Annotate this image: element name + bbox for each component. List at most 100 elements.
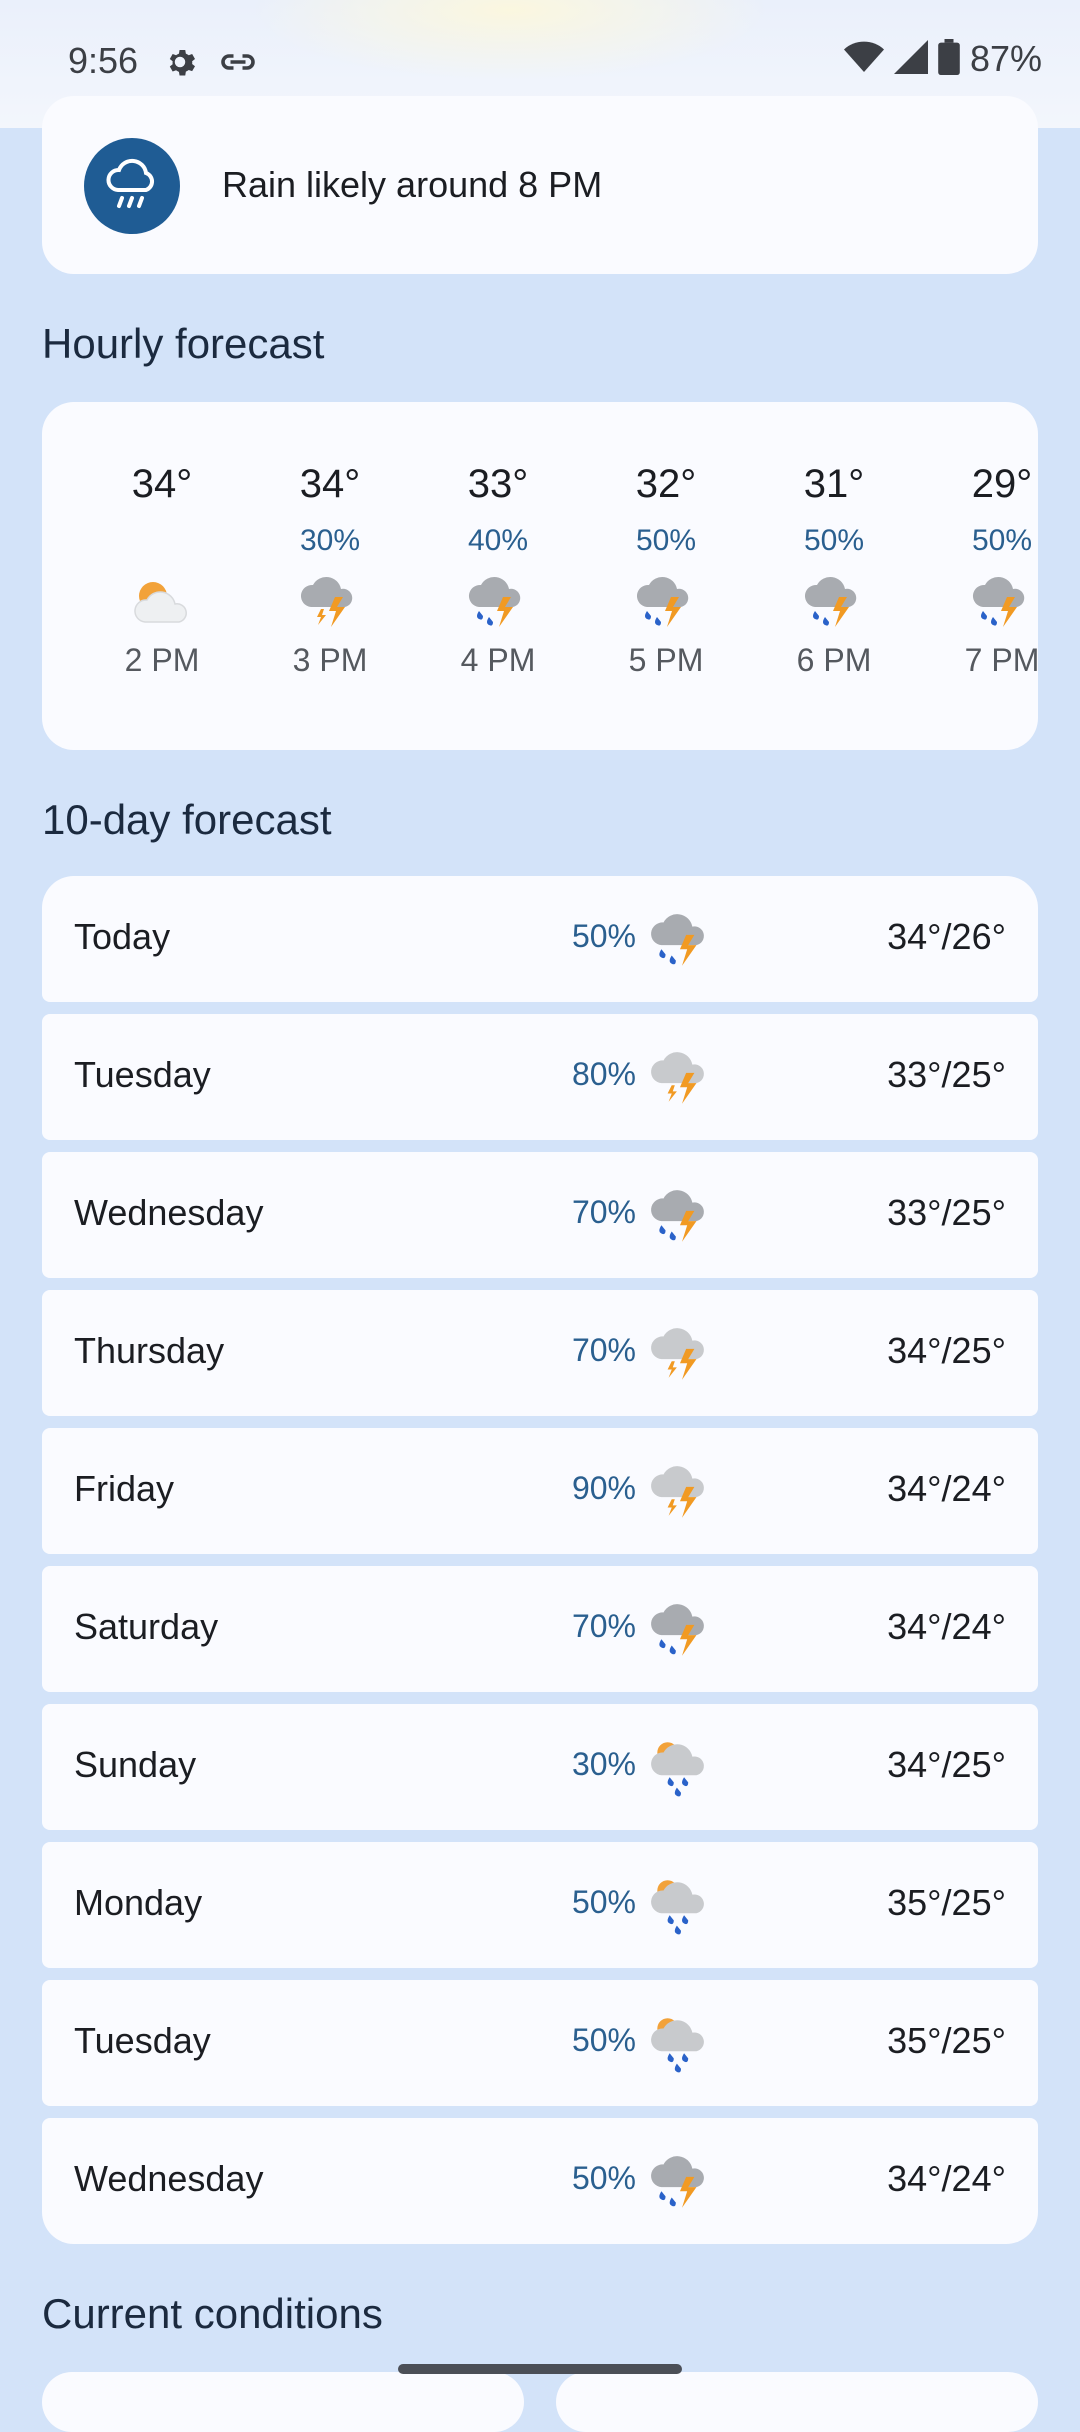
showers-icon (642, 2010, 720, 2078)
battery-icon (938, 38, 960, 80)
home-indicator[interactable] (398, 2364, 682, 2374)
signal-icon (893, 39, 928, 79)
showers-icon (642, 1734, 720, 1802)
thunderstorm-icon (642, 1044, 720, 1112)
current-conditions-card[interactable] (556, 2372, 1038, 2432)
rain-cloud-icon (84, 138, 180, 234)
day-precip: 50% (571, 1884, 636, 1920)
hourly-time: 2 PM (124, 642, 200, 678)
battery-percent: 87% (969, 38, 1042, 79)
current-conditions-title: Current conditions (42, 2290, 383, 2337)
day-temps: 34°/26° (887, 916, 1006, 957)
day-name: Tuesday (74, 1054, 211, 1095)
day-name: Saturday (74, 1606, 219, 1647)
daily-row[interactable]: Wednesday 70% 33°/25° (42, 1152, 1038, 1278)
day-name: Thursday (74, 1330, 225, 1371)
thunderstorm-icon (642, 1458, 720, 1526)
status-icons-right: 87% (843, 38, 1042, 80)
daily-forecast-title: 10-day forecast (42, 796, 332, 843)
hourly-item[interactable]: 33° 40% 4 PM (414, 462, 582, 679)
day-name: Friday (74, 1468, 175, 1509)
hourly-precip: 50% (971, 524, 1033, 557)
hourly-item[interactable]: 29° 50% 7 PM (918, 462, 1038, 679)
day-temps: 35°/25° (887, 1882, 1006, 1923)
hourly-precip: 40% (467, 524, 529, 557)
hourly-item[interactable]: 34° 2 PM (78, 462, 246, 679)
showers-icon (642, 1872, 720, 1940)
status-icons-left (162, 44, 258, 85)
daily-row[interactable]: Friday 90% 34°/24° (42, 1428, 1038, 1554)
day-name: Sunday (74, 1744, 197, 1785)
thunderstorm-rain-icon (750, 568, 918, 636)
thunderstorm-rain-icon (642, 2148, 720, 2216)
hourly-time: 6 PM (796, 642, 872, 678)
daily-row[interactable]: Tuesday 50% 35°/25° (42, 1980, 1038, 2106)
thunderstorm-icon (642, 1320, 720, 1388)
day-precip: 70% (571, 1608, 636, 1644)
thunderstorm-rain-icon (582, 568, 750, 636)
hourly-precip (78, 524, 246, 562)
day-precip: 50% (571, 2022, 636, 2058)
thunderstorm-rain-icon (414, 568, 582, 636)
hourly-temp: 34° (299, 462, 361, 506)
hourly-precip: 50% (803, 524, 865, 557)
hourly-precip: 30% (299, 524, 361, 557)
hourly-temp: 33° (467, 462, 529, 506)
rain-alert-text: Rain likely around 8 PM (222, 164, 603, 205)
hourly-forecast-card[interactable]: 34° 2 PM 34° 30% 3 PM 33° 40% 4 PM 32° 5… (42, 402, 1038, 750)
hourly-forecast-title: Hourly forecast (42, 320, 325, 367)
hourly-temp: 31° (803, 462, 865, 506)
day-precip: 70% (571, 1332, 636, 1368)
day-temps: 35°/25° (887, 2020, 1006, 2061)
daily-row[interactable]: Monday 50% 35°/25° (42, 1842, 1038, 1968)
day-precip: 30% (571, 1746, 636, 1782)
day-name: Today (74, 916, 171, 957)
day-temps: 34°/25° (887, 1744, 1006, 1785)
daily-row[interactable]: Wednesday 50% 34°/24° (42, 2118, 1038, 2244)
thunderstorm-rain-icon (642, 1596, 720, 1664)
hourly-temp: 34° (131, 462, 193, 506)
hourly-time: 5 PM (628, 642, 704, 678)
hourly-item[interactable]: 32° 50% 5 PM (582, 462, 750, 679)
day-precip: 90% (571, 1470, 636, 1506)
day-precip: 80% (571, 1056, 636, 1092)
daily-row[interactable]: Today 50% 34°/26° (42, 876, 1038, 1002)
day-temps: 34°/24° (887, 2158, 1006, 2199)
link-icon (218, 44, 258, 85)
day-temps: 34°/24° (887, 1606, 1006, 1647)
sun-decoration (250, 0, 770, 80)
thunderstorm-icon (246, 568, 414, 636)
hourly-precip: 50% (635, 524, 697, 557)
hourly-item[interactable]: 31° 50% 6 PM (750, 462, 918, 679)
hourly-time: 3 PM (292, 642, 368, 678)
day-temps: 33°/25° (887, 1054, 1006, 1095)
day-precip: 50% (571, 2160, 636, 2196)
partly-cloudy-icon (78, 568, 246, 636)
day-precip: 50% (571, 918, 636, 954)
hourly-temp: 29° (971, 462, 1033, 506)
rain-alert-card[interactable]: Rain likely around 8 PM (42, 96, 1038, 274)
daily-row[interactable]: Thursday 70% 34°/25° (42, 1290, 1038, 1416)
day-name: Tuesday (74, 2020, 211, 2061)
day-temps: 34°/24° (887, 1468, 1006, 1509)
hourly-temp: 32° (635, 462, 697, 506)
day-name: Monday (74, 1882, 203, 1923)
hourly-time: 7 PM (964, 642, 1038, 678)
day-temps: 34°/25° (887, 1330, 1006, 1371)
wifi-icon (843, 40, 884, 79)
day-name: Wednesday (74, 2158, 264, 2199)
daily-row[interactable]: Sunday 30% 34°/25° (42, 1704, 1038, 1830)
daily-row[interactable]: Tuesday 80% 33°/25° (42, 1014, 1038, 1140)
hourly-time: 4 PM (460, 642, 536, 678)
status-time: 9:56 (68, 40, 139, 81)
settings-gear-icon (162, 44, 198, 85)
thunderstorm-rain-icon (918, 568, 1038, 636)
current-conditions-card[interactable] (42, 2372, 524, 2432)
day-temps: 33°/25° (887, 1192, 1006, 1233)
thunderstorm-rain-icon (642, 1182, 720, 1250)
hourly-item[interactable]: 34° 30% 3 PM (246, 462, 414, 679)
daily-row[interactable]: Saturday 70% 34°/24° (42, 1566, 1038, 1692)
day-precip: 70% (571, 1194, 636, 1230)
thunderstorm-rain-icon (642, 906, 720, 974)
day-name: Wednesday (74, 1192, 264, 1233)
